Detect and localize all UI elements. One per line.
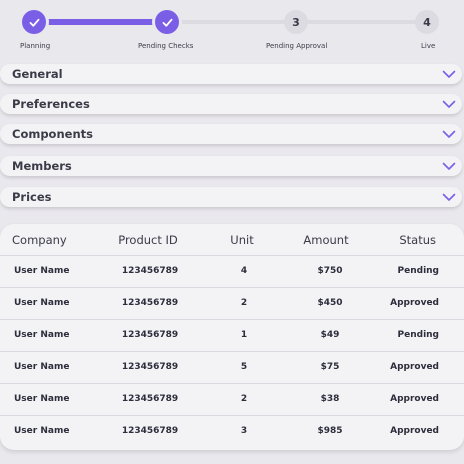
table-row[interactable]: User Name 123456789 3 $985 Approved <box>0 416 464 448</box>
accordion-label: Prices <box>12 190 52 204</box>
cell-company: User Name <box>14 266 70 276</box>
accordion-label: Components <box>12 127 93 141</box>
step-1-label: Planning <box>20 42 51 50</box>
accordion-general[interactable]: General <box>0 64 462 84</box>
cell-product-id: 123456789 <box>121 362 179 372</box>
chevron-down-icon <box>442 192 456 202</box>
table-row[interactable]: User Name 123456789 2 $38 Approved <box>0 384 464 416</box>
cell-company: User Name <box>14 426 70 436</box>
step-3-label: Pending Approval <box>266 42 328 50</box>
table-row[interactable]: User Name 123456789 5 $75 Approved <box>0 352 464 384</box>
cell-product-id: 123456789 <box>121 298 179 308</box>
accordion-label: Preferences <box>12 97 90 111</box>
cell-company: User Name <box>14 362 70 372</box>
cell-amount: $750 <box>317 266 343 276</box>
table-row[interactable]: User Name 123456789 4 $750 Pending <box>0 256 464 288</box>
step-3-indicator[interactable]: 3 <box>284 10 308 34</box>
cell-status: Approved <box>390 298 439 308</box>
cell-amount: $38 <box>320 394 340 404</box>
chevron-down-icon <box>442 129 456 139</box>
cell-status: Pending <box>397 266 439 276</box>
step-2-label: Pending Checks <box>138 42 194 50</box>
cell-product-id: 123456789 <box>121 426 179 436</box>
cell-unit: 2 <box>240 298 248 308</box>
chevron-down-icon <box>442 99 456 109</box>
cell-company: User Name <box>14 394 70 404</box>
cell-status: Approved <box>390 362 439 372</box>
stepper-progress-fill <box>34 19 168 25</box>
cell-status: Approved <box>390 426 439 436</box>
step-2-indicator[interactable] <box>155 10 179 34</box>
cell-unit: 5 <box>240 362 248 372</box>
cell-amount: $450 <box>317 298 343 308</box>
column-header-amount[interactable]: Amount <box>303 233 348 247</box>
progress-stepper: 3 4 Planning Pending Checks Pending Appr… <box>0 0 464 58</box>
cell-company: User Name <box>14 298 70 308</box>
accordion-label: Members <box>12 159 72 173</box>
accordion-prices[interactable]: Prices <box>0 187 462 207</box>
cell-product-id: 123456789 <box>121 266 179 276</box>
orders-table: Company Product ID Unit Amount Status Us… <box>0 224 464 450</box>
cell-unit: 1 <box>240 330 248 340</box>
chevron-down-icon <box>442 69 456 79</box>
check-icon <box>162 18 172 27</box>
column-header-product-id[interactable]: Product ID <box>118 233 178 247</box>
cell-product-id: 123456789 <box>121 394 179 404</box>
cell-status: Pending <box>397 330 439 340</box>
cell-company: User Name <box>14 330 70 340</box>
accordion-label: General <box>12 67 63 81</box>
column-header-company[interactable]: Company <box>12 233 67 247</box>
cell-unit: 4 <box>240 266 248 276</box>
cell-amount: $75 <box>320 362 340 372</box>
column-header-unit[interactable]: Unit <box>230 233 253 247</box>
step-4-number: 4 <box>423 15 431 29</box>
accordion-members[interactable]: Members <box>0 156 462 176</box>
cell-amount: $49 <box>320 330 340 340</box>
table-header: Company Product ID Unit Amount Status <box>0 224 464 256</box>
accordion-components[interactable]: Components <box>0 124 462 144</box>
column-header-status[interactable]: Status <box>399 233 436 247</box>
table-row[interactable]: User Name 123456789 1 $49 Pending <box>0 320 464 352</box>
check-icon <box>29 18 39 27</box>
step-3-number: 3 <box>292 15 300 29</box>
step-1-indicator[interactable] <box>22 10 46 34</box>
cell-amount: $985 <box>317 426 343 436</box>
step-4-indicator[interactable]: 4 <box>415 10 439 34</box>
chevron-down-icon <box>442 161 456 171</box>
cell-status: Approved <box>390 394 439 404</box>
cell-unit: 2 <box>240 394 248 404</box>
accordion-preferences[interactable]: Preferences <box>0 94 462 114</box>
cell-product-id: 123456789 <box>121 330 179 340</box>
step-4-label: Live <box>421 42 436 50</box>
table-row[interactable]: User Name 123456789 2 $450 Approved <box>0 288 464 320</box>
cell-unit: 3 <box>240 426 248 436</box>
